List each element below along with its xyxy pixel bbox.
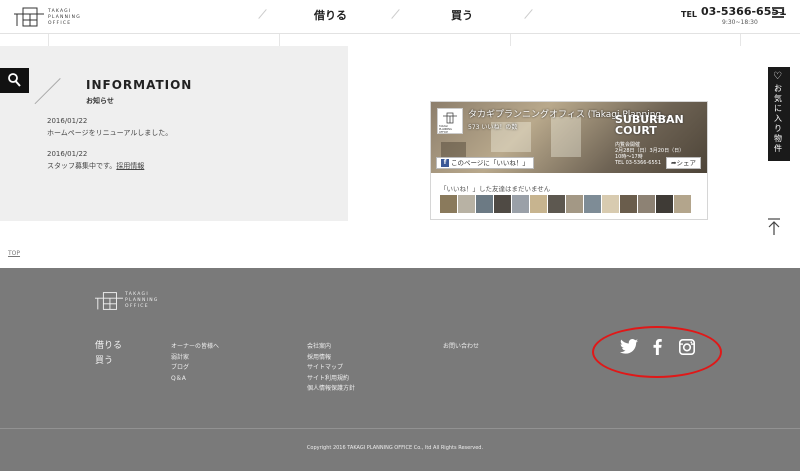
footer-nav-buy[interactable]: 買う: [95, 353, 113, 366]
footer-link-faq[interactable]: Q＆A: [171, 373, 186, 382]
fb-cover-photo[interactable]: TAKAGI PLANNING OFFICE タカギプランニングオフィス (Ta…: [431, 102, 707, 173]
site-footer: TAKAGI PLANNING OFFICE 借りる 買う オーナーの皆様へ 弱…: [0, 268, 800, 471]
avatar-logo-text: TAKAGI PLANNING OFFICE: [439, 125, 452, 134]
news-item: スタッフ募集中です。採用情報: [47, 161, 144, 171]
footer-link-owners[interactable]: オーナーの皆様へ: [171, 341, 219, 350]
scroll-top-button[interactable]: [767, 218, 781, 236]
friend-avatar[interactable]: [602, 195, 619, 213]
instagram-icon[interactable]: [679, 339, 695, 359]
footer-divider: [0, 428, 800, 429]
arrow-up-icon: [768, 218, 780, 235]
footer-link-contact[interactable]: お問い合わせ: [443, 341, 479, 350]
footer-link[interactable]: 弱計家: [171, 352, 189, 361]
page-top-link[interactable]: TOP: [8, 250, 20, 257]
footer-nav-rent[interactable]: 借りる: [95, 338, 122, 351]
footer-link-blog[interactable]: ブログ: [171, 362, 189, 371]
footer-link-terms[interactable]: サイト利用規約: [307, 373, 349, 382]
friend-avatar[interactable]: [584, 195, 601, 213]
footer-link-sitemap[interactable]: サイトマップ: [307, 362, 343, 371]
favorites-tab[interactable]: ♡ お気に入り物件: [768, 67, 790, 161]
header-sub-dividers: [0, 34, 800, 46]
nav-divider: [258, 9, 267, 19]
twitter-icon[interactable]: [620, 339, 638, 358]
friend-avatar[interactable]: [530, 195, 547, 213]
recruit-link[interactable]: 採用情報: [116, 162, 144, 170]
friend-avatar[interactable]: [656, 195, 673, 213]
facebook-icon: f: [441, 159, 449, 167]
nav-divider: [524, 9, 533, 19]
fb-like-button[interactable]: f このページに「いいね！」: [436, 157, 534, 169]
heart-icon: ♡: [773, 71, 782, 82]
business-hours: 9:30~18:30: [722, 19, 758, 26]
fb-share-button[interactable]: ➦シェア: [666, 157, 701, 169]
friend-avatar[interactable]: [548, 195, 565, 213]
logo-text: TAKAGI PLANNING OFFICE: [48, 9, 81, 26]
search-icon: [8, 73, 21, 87]
fb-like-count: 573 いいね！の数: [468, 124, 518, 131]
friend-avatar[interactable]: [674, 195, 691, 213]
friend-avatar[interactable]: [638, 195, 655, 213]
news-date: 2016/01/22: [47, 150, 88, 158]
copyright-text: Copyright 2016 TAKAGI PLANNING OFFICE Co…: [306, 445, 484, 451]
favorites-label: お気に入り物件: [774, 84, 782, 153]
logo-mark-icon: [95, 292, 123, 310]
site-logo[interactable]: TAKAGI PLANNING OFFICE: [14, 6, 84, 30]
friend-avatar[interactable]: [566, 195, 583, 213]
fb-friends-text: 「いいね！」した友達はまだいません: [440, 185, 551, 193]
friend-avatar[interactable]: [620, 195, 637, 213]
friend-avatar[interactable]: [440, 195, 457, 213]
facebook-icon[interactable]: [653, 339, 662, 359]
footer-logo-text: TAKAGI PLANNING OFFICE: [125, 292, 159, 309]
facebook-page-widget: TAKAGI PLANNING OFFICE タカギプランニングオフィス (Ta…: [430, 101, 708, 220]
news-text: スタッフ募集中です。: [47, 162, 117, 170]
news-text: ホームページをリニューアルしました。: [47, 129, 173, 137]
cover-headline: SUBURBAN COURT: [615, 113, 684, 137]
information-title: INFORMATION: [86, 78, 193, 92]
nav-rent[interactable]: 借りる: [314, 7, 347, 23]
search-button[interactable]: [0, 68, 29, 93]
nav-buy[interactable]: 買う: [451, 7, 473, 23]
footer-link-privacy[interactable]: 個人情報保護方針: [307, 383, 355, 392]
footer-link-company[interactable]: 会社案内: [307, 341, 331, 350]
footer-link-recruit[interactable]: 採用情報: [307, 352, 331, 361]
friend-avatar[interactable]: [476, 195, 493, 213]
nav-divider: [391, 9, 400, 19]
footer-logo[interactable]: TAKAGI PLANNING OFFICE: [95, 290, 175, 314]
site-header: TAKAGI PLANNING OFFICE 借りる 買う TEL 03-536…: [0, 0, 800, 34]
friend-avatar[interactable]: [512, 195, 529, 213]
hamburger-icon[interactable]: [772, 7, 784, 18]
logo-mark-icon: [14, 7, 44, 27]
friend-avatar[interactable]: [494, 195, 511, 213]
information-subtitle: お知らせ: [86, 97, 114, 105]
logo-mark-icon: [443, 112, 457, 124]
news-date: 2016/01/22: [47, 117, 88, 125]
friend-avatar[interactable]: [458, 195, 475, 213]
fb-page-avatar[interactable]: TAKAGI PLANNING OFFICE: [437, 108, 463, 134]
tel-label: TEL: [681, 10, 698, 19]
